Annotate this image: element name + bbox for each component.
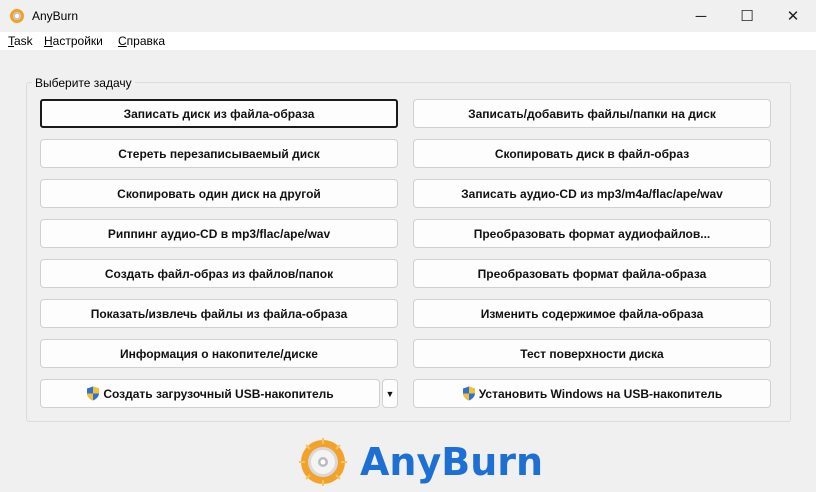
extract-image-button[interactable]: Показать/извлечь файлы из файла-образа [40,299,398,328]
window-title: AnyBurn [32,9,79,23]
burn-audio-cd-button[interactable]: Записать аудио-CD из mp3/m4a/flac/ape/wa… [413,179,771,208]
rip-audio-cd-button[interactable]: Риппинг аудио-CD в mp3/flac/ape/wav [40,219,398,248]
menu-help-accel: С [118,34,127,48]
convert-audio-button[interactable]: Преобразовать формат аудиофайлов... [413,219,771,248]
copy-to-image-button[interactable]: Скопировать диск в файл-образ [413,139,771,168]
minimize-button[interactable]: ─ [678,0,724,32]
title-bar: AnyBurn ─ ☐ ✕ [0,0,816,32]
install-windows-usb-label: Установить Windows на USB-накопитель [478,386,723,401]
menu-bar: Task Настройки Справка [0,32,816,50]
edit-image-button[interactable]: Изменить содержимое файла-образа [413,299,771,328]
copy-disc-button[interactable]: Скопировать один диск на другой [40,179,398,208]
task-groupbox [26,82,791,422]
uac-shield-icon [462,386,475,401]
app-icon [10,9,24,23]
menu-task[interactable]: Task [8,34,33,48]
anyburn-logo: AnyBurn [298,436,543,488]
anyburn-disc-icon [299,438,347,486]
burn-image-button[interactable]: Записать диск из файла-образа [40,99,398,128]
drive-info-button[interactable]: Информация о накопителе/диске [40,339,398,368]
convert-image-button[interactable]: Преобразовать формат файла-образа [413,259,771,288]
menu-task-label: ask [14,34,33,48]
install-windows-usb-button[interactable]: Установить Windows на USB-накопитель [413,379,771,408]
bootable-usb-button[interactable]: Создать загрузочный USB-накопитель [40,379,380,408]
task-group-label: Выберите задачу [32,76,135,90]
surface-test-button[interactable]: Тест поверхности диска [413,339,771,368]
menu-settings[interactable]: Настройки [44,34,103,48]
menu-settings-accel: Н [44,34,53,48]
maximize-button[interactable]: ☐ [724,0,770,32]
menu-settings-label: астройки [52,34,103,48]
uac-shield-icon [87,386,100,401]
burn-files-button[interactable]: Записать/добавить файлы/папки на диск [413,99,771,128]
create-image-button[interactable]: Создать файл-образ из файлов/папок [40,259,398,288]
bootable-usb-dropdown[interactable]: ▼ [382,379,398,408]
anyburn-logo-text: AnyBurn [360,440,544,484]
bootable-usb-label: Создать загрузочный USB-накопитель [103,386,334,401]
erase-disc-button[interactable]: Стереть перезаписываемый диск [40,139,398,168]
menu-help-label: правка [126,34,166,48]
close-button[interactable]: ✕ [770,0,816,32]
menu-help[interactable]: Справка [118,34,165,48]
